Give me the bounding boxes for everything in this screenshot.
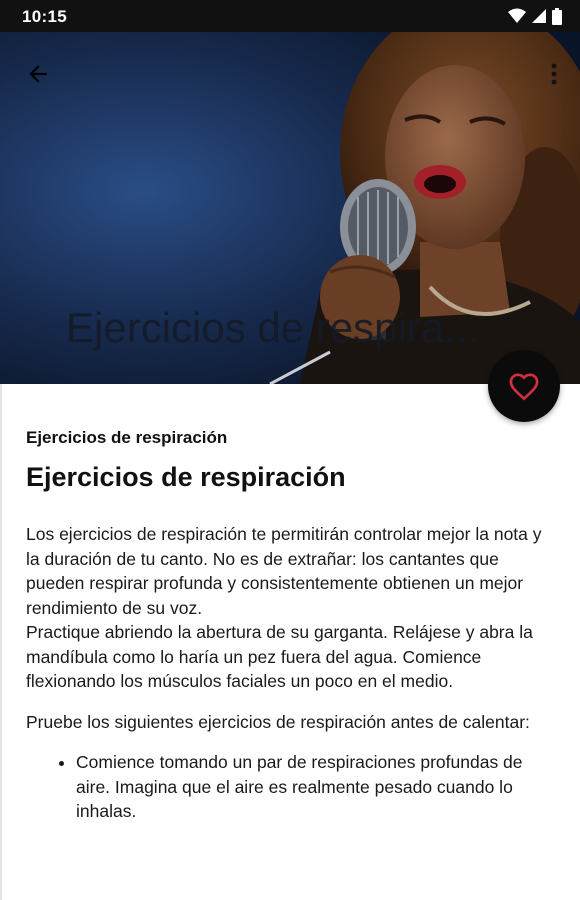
article-title: Ejercicios de respiración bbox=[26, 462, 346, 492]
section-label: Ejercicios de respiración bbox=[26, 428, 228, 447]
favorite-button[interactable] bbox=[488, 350, 560, 422]
status-time: 10:15 bbox=[22, 7, 67, 26]
wifi-icon bbox=[508, 8, 526, 23]
article-content: Ejercicios de respiración Ejercicios de … bbox=[0, 384, 580, 900]
paragraph-2: Pruebe los siguientes ejercicios de resp… bbox=[26, 711, 530, 732]
paragraph-1: Los ejercicios de respiración te permiti… bbox=[26, 522, 554, 694]
paragraph-1-text-continued: Practique abriendo la abertura de su gar… bbox=[26, 622, 533, 691]
more-vert-icon bbox=[551, 63, 557, 85]
toolbar-title: Ejercicios de respira... bbox=[66, 304, 480, 351]
back-button[interactable] bbox=[16, 52, 60, 96]
status-bar: 10:15 bbox=[0, 0, 580, 32]
overflow-menu-button[interactable] bbox=[542, 52, 566, 96]
hero-header: Ejercicios de respira... bbox=[0, 32, 580, 384]
status-icons bbox=[508, 7, 562, 25]
list-item: Comience tomando un par de respiraciones… bbox=[76, 750, 554, 824]
battery-icon bbox=[552, 7, 562, 25]
paragraph-1-text: Los ejercicios de respiración te permiti… bbox=[26, 524, 542, 618]
article-body: Los ejercicios de respiración te permiti… bbox=[26, 522, 554, 824]
signal-icon bbox=[532, 9, 546, 23]
exercise-list: Comience tomando un par de respiraciones… bbox=[26, 750, 554, 824]
arrow-back-icon bbox=[29, 65, 47, 83]
heart-outline-icon bbox=[509, 373, 539, 401]
